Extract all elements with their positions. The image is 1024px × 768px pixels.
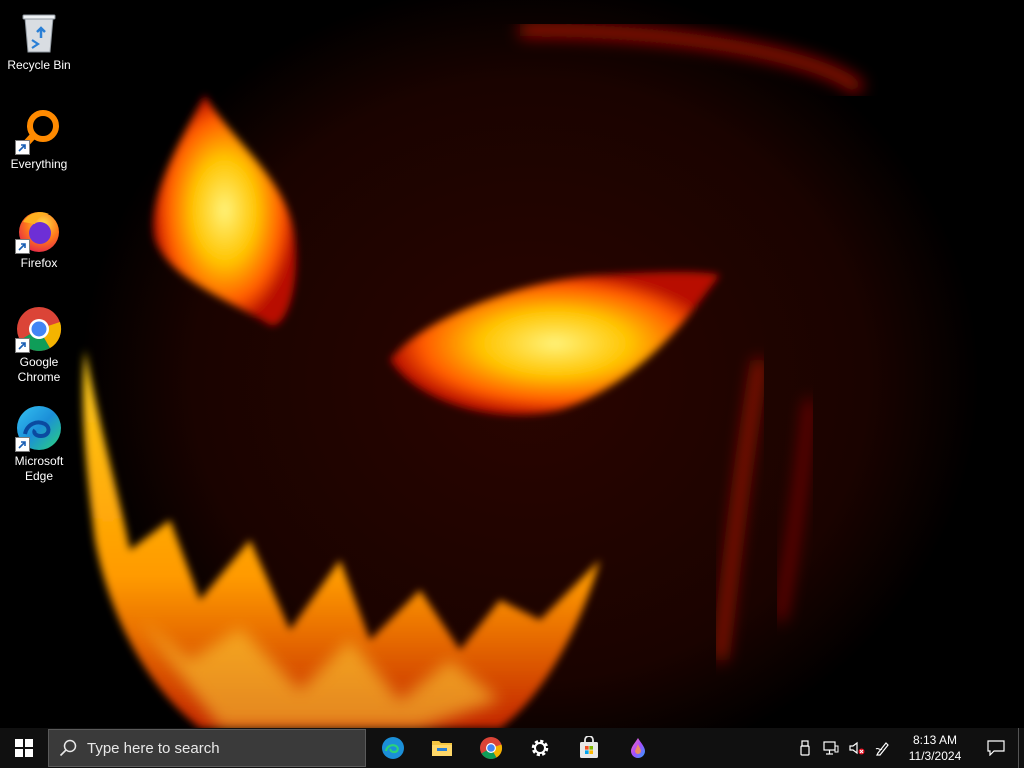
desktop-icon-label: Everything [10, 157, 68, 171]
taskbar-clock[interactable]: 8:13 AM 11/3/2024 [896, 732, 974, 764]
taskbar-chrome-button[interactable] [466, 728, 515, 768]
jack-o-lantern-wallpaper [0, 0, 1024, 728]
usb-icon[interactable] [792, 728, 818, 768]
start-button[interactable] [0, 728, 48, 768]
desktop-icon-label: Firefox [20, 256, 58, 270]
taskbar-edge-button[interactable] [368, 728, 417, 768]
volume-muted-icon[interactable] [844, 728, 870, 768]
chrome-icon [479, 737, 502, 759]
search-placeholder: Type here to search [87, 739, 220, 757]
taskbar-paint-button[interactable] [613, 728, 662, 768]
show-desktop-button[interactable] [1018, 728, 1024, 768]
store-icon [579, 736, 598, 758]
edge-icon [381, 737, 404, 759]
action-center-button[interactable] [974, 728, 1018, 768]
recycle-bin-icon [15, 8, 63, 56]
pinned-apps [368, 728, 662, 768]
system-tray: 8:13 AM 11/3/2024 [792, 728, 1024, 768]
edge-icon [15, 404, 63, 452]
everything-search-icon [15, 107, 63, 155]
taskbar: Type here to search 8:13 AM 11/3/2024 [0, 728, 1024, 768]
taskbar-settings-button[interactable] [515, 728, 564, 768]
desktop-icon-label: Google Chrome [17, 355, 61, 384]
gear-icon [531, 739, 548, 757]
shortcut-arrow-icon [15, 239, 30, 254]
desktop-icon-microsoft-edge[interactable]: Microsoft Edge [2, 398, 76, 484]
notification-icon [987, 740, 1005, 756]
desktop-icon-everything[interactable]: Everything [2, 101, 76, 172]
firefox-icon [15, 206, 63, 254]
chrome-icon [15, 305, 63, 353]
paint-drop-icon [630, 738, 645, 758]
taskbar-search-box[interactable]: Type here to search [48, 729, 366, 767]
shortcut-arrow-icon [15, 338, 30, 353]
shortcut-arrow-icon [15, 140, 30, 155]
desktop-icon-firefox[interactable]: Firefox [2, 200, 76, 271]
shortcut-arrow-icon [15, 437, 30, 452]
taskbar-file-explorer-button[interactable] [417, 728, 466, 768]
network-icon[interactable] [818, 728, 844, 768]
taskbar-store-button[interactable] [564, 728, 613, 768]
desktop-icon-label: Recycle Bin [7, 58, 71, 72]
search-icon [49, 739, 87, 757]
windows-logo-icon [15, 739, 33, 757]
clock-time: 8:13 AM [912, 733, 958, 747]
folder-icon [431, 741, 452, 756]
desktop[interactable]: Recycle Bin Everything Firefox Google Ch… [0, 0, 1024, 728]
clock-date: 11/3/2024 [908, 749, 962, 763]
desktop-icon-google-chrome[interactable]: Google Chrome [2, 299, 76, 385]
pen-icon[interactable] [870, 728, 896, 768]
desktop-icon-recycle-bin[interactable]: Recycle Bin [2, 2, 76, 73]
desktop-icon-label: Microsoft Edge [14, 454, 64, 483]
